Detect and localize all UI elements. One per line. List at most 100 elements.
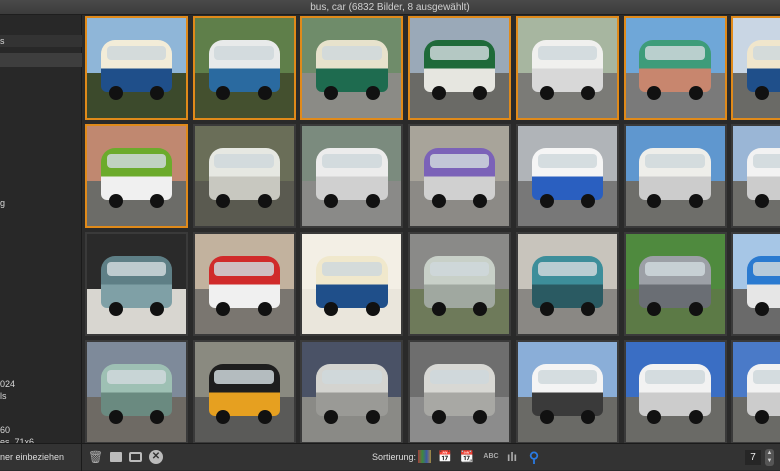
vehicle-window <box>645 154 705 168</box>
vehicle-window <box>106 262 167 276</box>
image-thumbnail[interactable] <box>515 16 619 120</box>
vehicle-window <box>429 262 490 276</box>
vehicle-wheel <box>754 194 769 208</box>
sort-by-size-icon[interactable]: ılı <box>505 450 519 464</box>
window-icon[interactable] <box>129 450 143 464</box>
columns-count-field[interactable]: 7 <box>745 450 761 465</box>
image-thumbnail[interactable] <box>623 16 727 120</box>
image-thumbnail[interactable] <box>192 16 296 120</box>
image-thumbnail[interactable] <box>192 340 296 443</box>
image-thumbnail[interactable] <box>300 340 404 443</box>
sidebar-item-label: s <box>0 36 5 46</box>
sort-by-color-icon[interactable] <box>418 450 431 463</box>
image-thumbnail[interactable] <box>300 232 404 336</box>
image-thumbnail[interactable] <box>731 124 780 228</box>
image-thumbnail[interactable] <box>408 340 512 443</box>
sidebar-item[interactable]: ls <box>0 390 82 402</box>
image-thumbnail[interactable] <box>85 340 188 443</box>
image-thumbnail[interactable] <box>515 124 619 228</box>
image-thumbnail[interactable] <box>731 340 780 443</box>
include-subfolders-option[interactable]: ner einbeziehen <box>0 444 82 471</box>
image-thumbnail[interactable] <box>731 16 780 120</box>
vehicle-wheel <box>688 302 703 316</box>
vehicle-wheel <box>688 86 703 100</box>
image-thumbnail[interactable] <box>623 232 727 336</box>
image-thumbnail[interactable] <box>85 232 188 336</box>
close-icon[interactable]: ✕ <box>149 450 163 464</box>
vehicle-wheel <box>754 302 769 316</box>
image-thumbnail[interactable] <box>731 232 780 336</box>
vehicle-wheel <box>257 302 272 316</box>
sidebar-item[interactable]: 60 <box>0 424 82 436</box>
sidebar-item-label: g <box>0 198 6 208</box>
vehicle-window <box>322 154 382 168</box>
image-thumbnail[interactable] <box>85 16 188 120</box>
vehicle-wheel <box>108 194 123 208</box>
vehicle-window <box>537 370 597 384</box>
vehicle-wheel <box>688 194 703 208</box>
image-thumbnail[interactable] <box>192 124 296 228</box>
vehicle-window <box>645 46 705 60</box>
image-thumbnail[interactable] <box>623 124 727 228</box>
sidebar-header[interactable]: s <box>0 35 82 47</box>
sort-by-date-created-icon[interactable]: 📅 <box>438 450 452 464</box>
sidebar-item[interactable]: g <box>0 197 82 209</box>
vehicle-window <box>752 370 780 384</box>
image-thumbnail[interactable] <box>408 124 512 228</box>
image-thumbnail[interactable] <box>515 340 619 443</box>
vehicle-window <box>429 46 490 60</box>
vehicle-wheel <box>431 410 446 424</box>
vehicle-window <box>106 370 167 384</box>
image-thumbnail[interactable] <box>623 340 727 443</box>
vehicle-wheel <box>108 302 123 316</box>
vehicle-wheel <box>365 410 380 424</box>
image-thumbnail[interactable] <box>408 232 512 336</box>
sidebar-item-selected[interactable] <box>0 53 82 67</box>
vehicle-window <box>214 46 274 60</box>
columns-stepper[interactable]: ▲ ▼ <box>765 449 774 466</box>
sort-by-name-button[interactable]: ABC <box>482 450 500 464</box>
sidebar-item[interactable]: 024 <box>0 378 82 390</box>
vehicle-window <box>322 46 382 60</box>
vehicle-wheel <box>688 410 703 424</box>
sidebar: s g 024 ls 60 es_71x6 <box>0 15 82 447</box>
image-thumbnail[interactable] <box>300 124 404 228</box>
image-grid <box>83 15 780 443</box>
sort-label: Sortierung: <box>372 452 417 462</box>
image-thumbnail[interactable] <box>192 232 296 336</box>
vehicle-window <box>429 370 490 384</box>
image-thumbnail[interactable] <box>300 16 404 120</box>
vehicle-window <box>322 370 382 384</box>
trash-icon[interactable]: 🗑 <box>88 450 103 464</box>
vehicle-window <box>106 154 167 168</box>
bottom-toolbar: ner einbeziehen 🗑 ✕ Sortierung: 📅 📆 ABC … <box>0 443 780 471</box>
vehicle-wheel <box>257 86 272 100</box>
vehicle-window <box>752 154 780 168</box>
vehicle-wheel <box>365 194 380 208</box>
vehicle-wheel <box>108 410 123 424</box>
vehicle-window <box>429 154 490 168</box>
sidebar-item-label: ls <box>0 391 7 401</box>
vehicle-wheel <box>539 410 554 424</box>
image-thumbnail[interactable] <box>515 232 619 336</box>
folder-icon[interactable] <box>109 450 123 464</box>
vehicle-wheel <box>365 86 380 100</box>
image-thumbnail[interactable] <box>85 124 188 228</box>
vehicle-window <box>537 46 597 60</box>
vehicle-window <box>537 154 597 168</box>
image-thumbnail[interactable] <box>408 16 512 120</box>
vehicle-window <box>537 262 597 276</box>
sidebar-item-label: 024 <box>0 379 16 389</box>
vehicle-wheel <box>539 194 554 208</box>
sidebar-item-label: 60 <box>0 425 11 435</box>
vehicle-wheel <box>431 302 446 316</box>
sort-by-date-modified-icon[interactable]: 📆 <box>460 450 474 464</box>
search-icon[interactable]: ⚲ <box>527 450 541 464</box>
vehicle-wheel <box>581 86 596 100</box>
vehicle-window <box>214 262 274 276</box>
vehicle-window <box>645 370 705 384</box>
window-title: bus, car (6832 Bilder, 8 ausgewählt) <box>0 0 780 15</box>
vehicle-window <box>106 46 167 60</box>
vehicle-window <box>322 262 382 276</box>
vehicle-wheel <box>431 86 446 100</box>
